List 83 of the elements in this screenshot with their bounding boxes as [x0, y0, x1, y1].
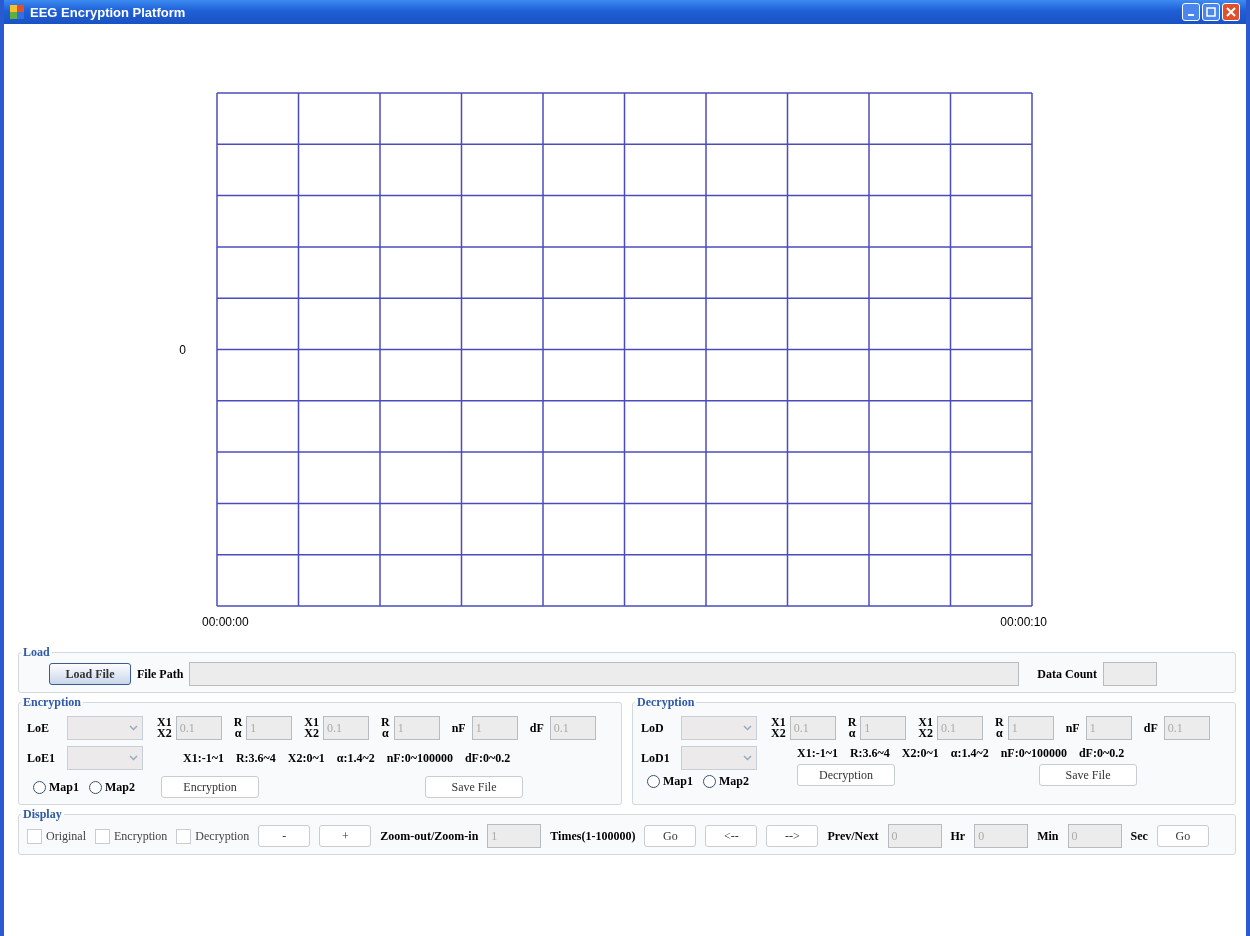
- selector-label: LoE: [27, 720, 50, 736]
- dropdown-caret-icon: [743, 755, 752, 761]
- range-label: dF:0~0.2: [464, 750, 511, 766]
- checkbox[interactable]: [95, 828, 110, 844]
- group-title: Display: [22, 807, 63, 822]
- range-label: nF:0~100000: [386, 750, 453, 766]
- selector-label: LoD1: [641, 750, 671, 766]
- group-title: Decryption: [636, 695, 696, 710]
- range-label: X1:-1~1: [183, 750, 224, 766]
- field-label: File Path: [137, 666, 184, 682]
- maximize-button[interactable]: [1202, 3, 1220, 21]
- close-icon: [1226, 7, 1236, 17]
- dropdown-caret-icon: [129, 755, 138, 761]
- parameter-label: dF: [529, 720, 544, 736]
- map-radio[interactable]: Map1: [647, 774, 693, 789]
- range-label: nF:0~100000: [1000, 746, 1067, 761]
- load-file-button[interactable]: Load File: [49, 663, 131, 685]
- selector-dropdown[interactable]: [681, 716, 757, 740]
- maximize-icon: [1206, 7, 1216, 17]
- parameter-label: R α: [995, 717, 1004, 739]
- dropdown-caret-icon: [743, 725, 752, 731]
- range-label: R:3.6~4: [849, 746, 890, 761]
- selector-label: LoD: [641, 720, 665, 736]
- save-file-button[interactable]: Save File: [425, 776, 523, 798]
- radio-button[interactable]: [89, 780, 102, 794]
- display-button[interactable]: -: [258, 825, 311, 847]
- parameter-label: nF: [451, 720, 466, 736]
- parameter-label: X1 X2: [304, 717, 319, 739]
- display-label: Min: [1037, 828, 1059, 844]
- range-label: X1:-1~1: [797, 746, 838, 761]
- parameter-label: dF: [1143, 720, 1158, 736]
- parameter-label: X1 X2: [918, 717, 933, 739]
- selector-dropdown[interactable]: [681, 746, 757, 770]
- range-label: α:1.4~2: [336, 750, 375, 766]
- group-title: Load: [22, 645, 51, 660]
- parameter-label: X1 X2: [771, 717, 786, 739]
- y-axis-label: 0: [179, 342, 186, 357]
- display-button[interactable]: <--: [705, 825, 758, 847]
- selector-dropdown[interactable]: [67, 746, 143, 770]
- map-radio[interactable]: Map2: [89, 779, 135, 795]
- display-label: Hr: [950, 828, 966, 844]
- display-checkbox[interactable]: Original: [27, 828, 86, 844]
- x-axis-label: 00:00:00: [202, 615, 249, 631]
- range-label: X2:0~1: [901, 746, 939, 761]
- selector-dropdown[interactable]: [67, 716, 143, 740]
- parameter-label: R α: [233, 717, 243, 739]
- field-label: Data Count: [1037, 666, 1097, 682]
- app-icon: [10, 5, 24, 19]
- display-button[interactable]: Go: [1156, 825, 1209, 847]
- display-label: Times(1-100000): [550, 828, 636, 844]
- x-axis-label: 00:00:10: [1000, 615, 1047, 631]
- minimize-button[interactable]: [1182, 3, 1200, 21]
- display-button[interactable]: Go: [644, 825, 697, 847]
- range-label: α:1.4~2: [950, 746, 989, 761]
- radio-button[interactable]: [33, 780, 46, 794]
- display-label: Zoom-out/Zoom-in: [380, 828, 479, 844]
- checkbox[interactable]: [27, 828, 42, 844]
- selector-label: LoE1: [27, 750, 56, 766]
- group-title: Encryption: [22, 695, 82, 710]
- action-button[interactable]: Encryption: [161, 776, 259, 798]
- checkbox[interactable]: [176, 828, 192, 844]
- parameter-label: nF: [1065, 720, 1080, 736]
- display-button[interactable]: +: [319, 825, 372, 847]
- display-checkbox[interactable]: Encryption: [95, 828, 168, 844]
- display-button[interactable]: -->: [766, 825, 819, 847]
- map-radio[interactable]: Map1: [33, 779, 79, 795]
- display-label: Sec: [1130, 828, 1148, 844]
- radio-button[interactable]: [647, 775, 660, 788]
- map-radio[interactable]: Map2: [703, 774, 749, 789]
- action-button[interactable]: Decryption: [797, 764, 895, 786]
- radio-button[interactable]: [703, 775, 716, 788]
- range-label: R:3.6~4: [235, 750, 276, 766]
- display-label: Prev/Next: [827, 828, 879, 844]
- dropdown-caret-icon: [129, 725, 138, 731]
- range-label: dF:0~0.2: [1078, 746, 1125, 761]
- parameter-label: R α: [847, 717, 857, 739]
- close-button[interactable]: [1222, 3, 1240, 21]
- parameter-label: X1 X2: [157, 717, 172, 739]
- range-label: X2:0~1: [287, 750, 325, 766]
- parameter-label: R α: [381, 717, 390, 739]
- window-title: EEG Encryption Platform: [30, 4, 186, 20]
- display-checkbox[interactable]: Decryption: [176, 828, 250, 844]
- save-file-button[interactable]: Save File: [1039, 764, 1137, 786]
